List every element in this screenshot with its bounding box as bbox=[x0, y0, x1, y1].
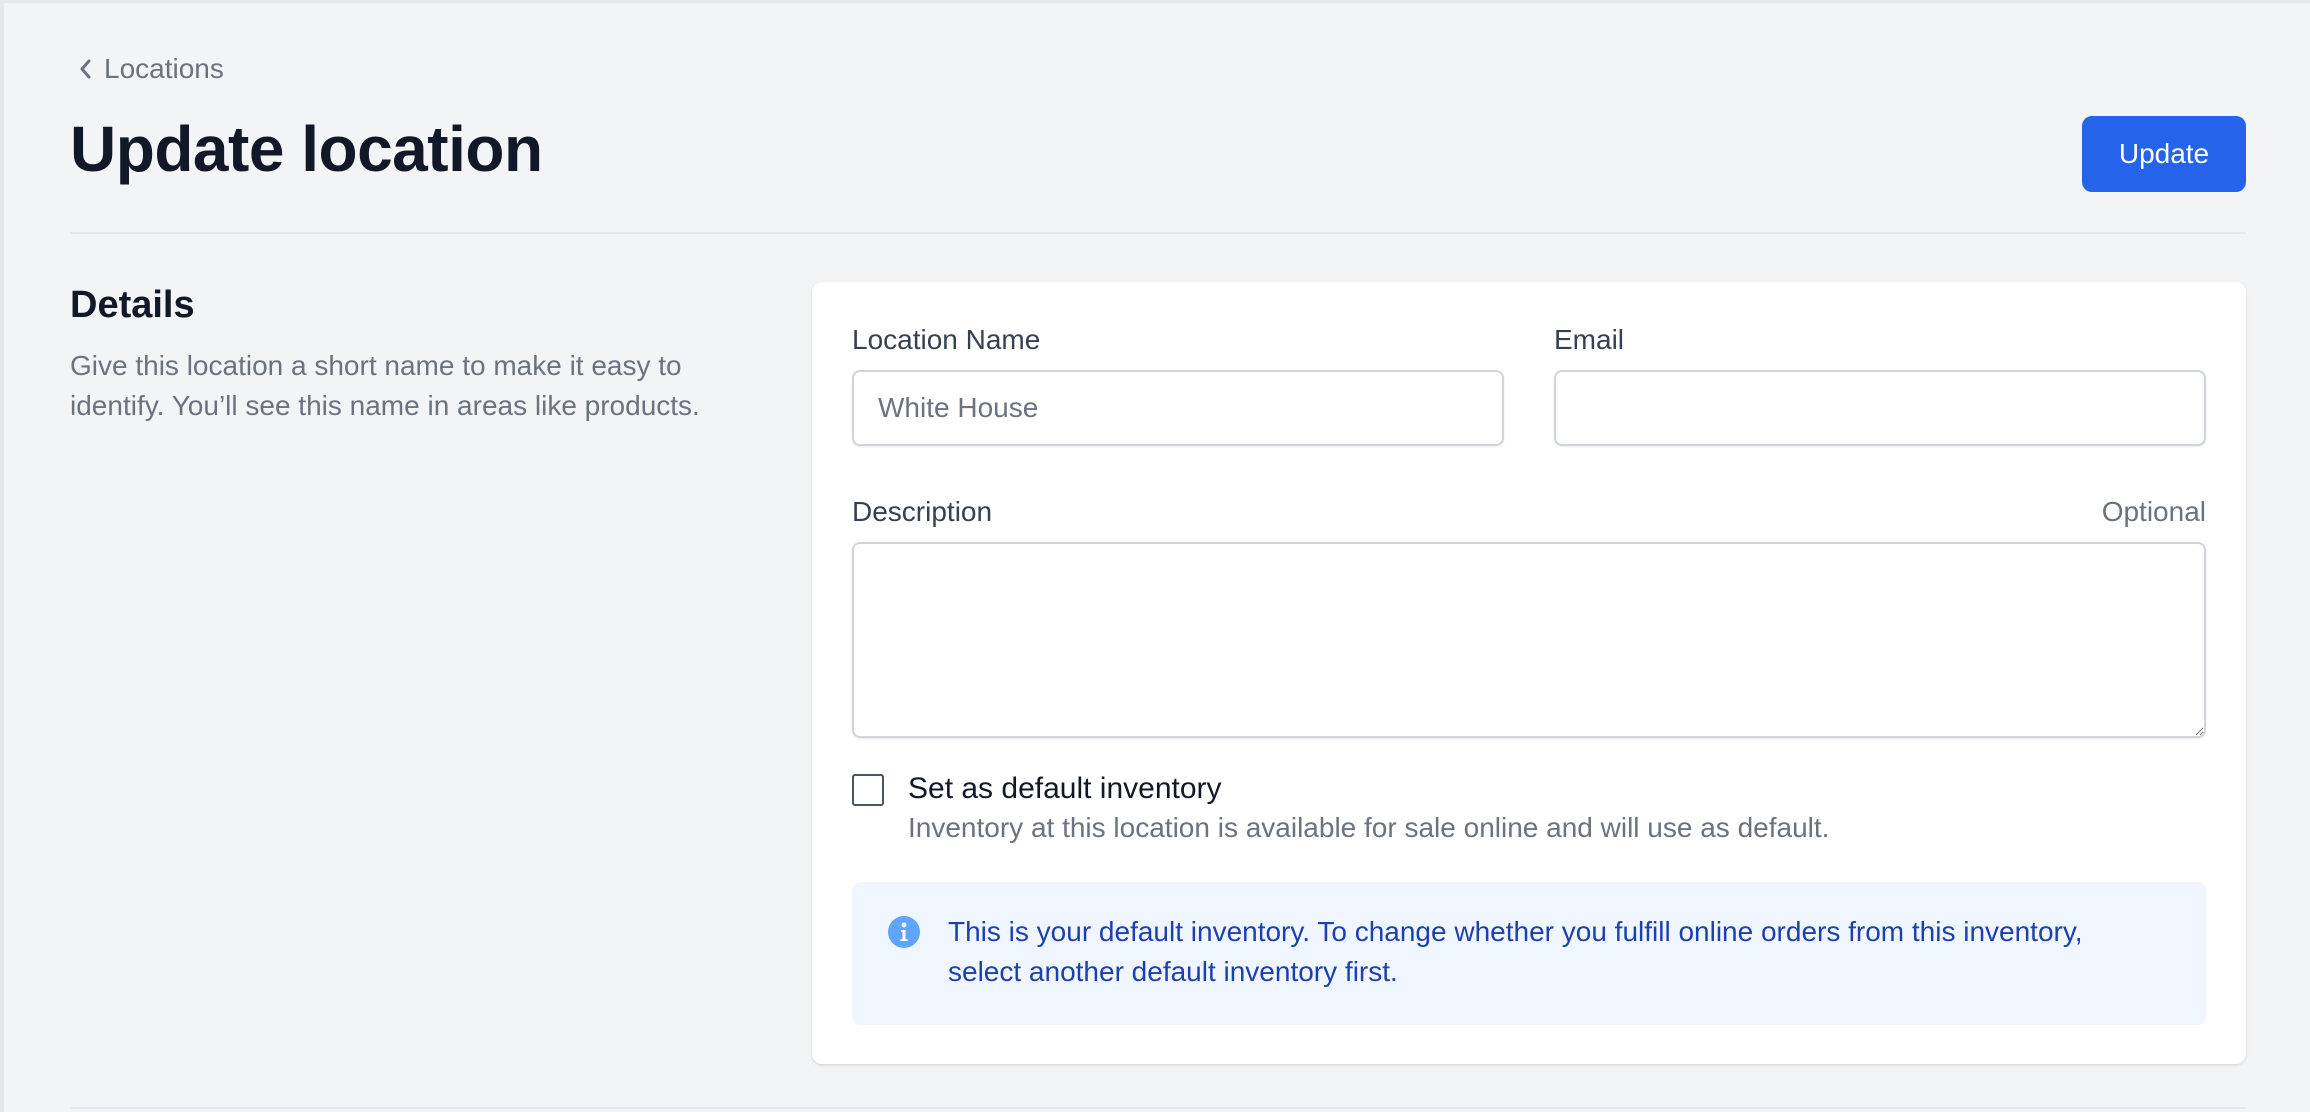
description-textarea[interactable] bbox=[852, 542, 2206, 738]
email-label: Email bbox=[1554, 324, 1625, 355]
header-divider bbox=[70, 232, 2246, 234]
default-inventory-help-text: Inventory at this location is available … bbox=[908, 812, 1830, 843]
location-form-card: Location Name Email Description Optional… bbox=[812, 282, 2246, 1064]
description-optional-label: Optional bbox=[2101, 496, 2206, 527]
details-description: Give this location a short name to make … bbox=[70, 350, 700, 421]
chevron-left-icon bbox=[78, 58, 92, 80]
update-button[interactable]: Update bbox=[2082, 116, 2246, 192]
default-inventory-info-banner: This is your default inventory. To chang… bbox=[852, 882, 2206, 1025]
breadcrumb-back-link[interactable]: Locations bbox=[78, 53, 224, 85]
details-heading: Details bbox=[70, 284, 195, 326]
window-left-edge bbox=[0, 0, 4, 1112]
info-banner-text: This is your default inventory. To chang… bbox=[948, 916, 2083, 987]
email-input[interactable] bbox=[1554, 370, 2206, 446]
page-title: Update location bbox=[70, 113, 543, 185]
default-inventory-checkbox[interactable] bbox=[852, 774, 884, 806]
info-icon bbox=[888, 916, 920, 953]
location-name-label: Location Name bbox=[852, 324, 1041, 355]
default-inventory-label[interactable]: Set as default inventory bbox=[908, 772, 1222, 806]
breadcrumb-label: Locations bbox=[104, 53, 224, 84]
footer-divider bbox=[70, 1107, 2246, 1109]
description-label: Description bbox=[852, 496, 993, 527]
page-container: Locations Update location Update Details… bbox=[70, 0, 2246, 1112]
location-name-input[interactable] bbox=[852, 370, 1504, 446]
